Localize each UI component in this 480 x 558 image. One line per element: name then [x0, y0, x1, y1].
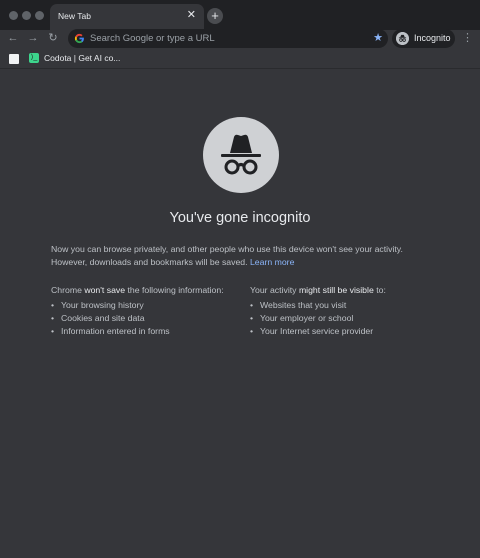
learn-more-link[interactable]: Learn more: [250, 257, 294, 267]
list-item: Your Internet service provider: [250, 325, 440, 338]
omnibox-input[interactable]: [90, 31, 360, 46]
menu-icon[interactable]: ⋮: [462, 31, 473, 45]
google-icon: [74, 33, 84, 44]
bookmark-label: Codota | Get AI co...: [44, 53, 121, 63]
incognito-hero-icon: [203, 117, 279, 193]
still-visible-head-prefix: Your activity: [250, 285, 299, 295]
list-item: Your browsing history: [51, 299, 241, 312]
still-visible-heading: Your activity might still be visible to:: [250, 284, 440, 297]
bookmarks-bar: ⟩_ Codota | Get AI co...: [0, 50, 480, 69]
list-item: Information entered in forms: [51, 325, 241, 338]
back-icon[interactable]: ←: [7, 31, 19, 45]
list-item: Cookies and site data: [51, 312, 241, 325]
codota-favicon-icon: ⟩_: [29, 53, 39, 63]
wont-save-list: Your browsing history Cookies and site d…: [51, 299, 241, 338]
browser-window: New Tab ✕ + ← → ↻ ★ Incognito ⋮ ⟩_: [0, 0, 480, 558]
incognito-page: You've gone incognito Now you can browse…: [0, 69, 480, 558]
still-visible-head-strong: might still be visible: [298, 285, 374, 295]
close-window-button[interactable]: [9, 11, 18, 20]
profile-label: Incognito: [414, 33, 451, 43]
incognito-icon: [396, 32, 409, 45]
wont-save-head-prefix: Chrome: [51, 285, 85, 295]
tab-title: New Tab: [58, 11, 91, 21]
page-title: You've gone incognito: [169, 210, 311, 226]
profile-button[interactable]: Incognito: [392, 29, 455, 48]
tab-close-icon[interactable]: ✕: [187, 8, 196, 22]
star-icon[interactable]: ★: [373, 31, 383, 46]
wont-save-head-strong: won't save: [84, 285, 126, 295]
maximize-window-button[interactable]: [35, 11, 44, 20]
wont-save-section: Chrome won't save the following informat…: [51, 284, 241, 338]
tab-strip: New Tab ✕ +: [0, 0, 480, 30]
intro-body: Now you can browse privately, and other …: [51, 244, 403, 267]
tab-new-tab[interactable]: New Tab ✕: [50, 4, 204, 30]
forward-icon[interactable]: →: [27, 31, 39, 45]
list-item: Your employer or school: [250, 312, 440, 325]
still-visible-list: Websites that you visit Your employer or…: [250, 299, 440, 338]
reload-icon[interactable]: ↻: [47, 31, 59, 45]
still-visible-section: Your activity might still be visible to:…: [250, 284, 440, 338]
omnibox[interactable]: ★: [68, 29, 388, 48]
new-tab-button[interactable]: +: [207, 8, 223, 24]
intro-text: Now you can browse privately, and other …: [51, 243, 431, 269]
still-visible-head-suffix: to:: [373, 285, 386, 295]
apps-shortcut-icon[interactable]: [9, 54, 19, 64]
list-item: Websites that you visit: [250, 299, 440, 312]
wont-save-heading: Chrome won't save the following informat…: [51, 284, 241, 297]
minimize-window-button[interactable]: [22, 11, 31, 20]
wont-save-head-suffix: the following information:: [125, 285, 224, 295]
